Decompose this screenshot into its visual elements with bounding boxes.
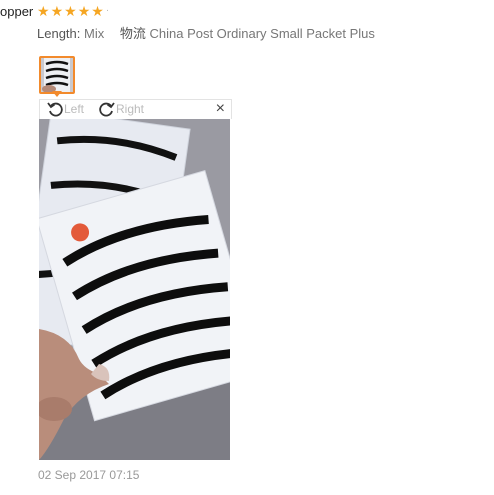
rotate-right-button[interactable]: Right: [99, 101, 144, 117]
star-icon: ★: [37, 3, 50, 19]
length-value: Mix: [84, 26, 105, 41]
review-photo: [39, 119, 230, 460]
rotate-left-label: Left: [64, 102, 85, 116]
photo-thumbnail[interactable]: [39, 56, 75, 94]
close-icon[interactable]: ×: [216, 101, 225, 117]
logistics-value: China Post Ordinary Small Packet Plus: [149, 26, 375, 41]
thumbnail-active-indicator: [52, 91, 62, 97]
eyelash-product-photo: [39, 119, 230, 460]
review-date: 02 Sep 2017 07:15: [38, 468, 140, 482]
rating-stars: ★ ★ ★ ★ ★ ·: [37, 3, 109, 19]
star-icon: ★: [91, 3, 104, 19]
logistics-label: 物流: [119, 26, 146, 41]
star-icon: ★: [50, 3, 64, 19]
star-icon: ★: [77, 3, 91, 19]
length-label: Length:: [37, 26, 81, 41]
rotate-left-icon: [47, 102, 63, 117]
rotate-right-icon: [99, 102, 115, 117]
reviewer-name: opper: [0, 4, 34, 19]
rotate-right-label: Right: [116, 102, 145, 116]
rotate-left-button[interactable]: Left: [47, 101, 84, 117]
rating-dot-icon: ·: [105, 5, 110, 16]
review-attributes: Length: Mix 物流 China Post Ordinary Small…: [37, 23, 375, 42]
image-viewer-toolbar: Left Right ×: [39, 99, 232, 119]
star-icon: ★: [64, 3, 77, 19]
thumbnail-image: [41, 58, 73, 92]
